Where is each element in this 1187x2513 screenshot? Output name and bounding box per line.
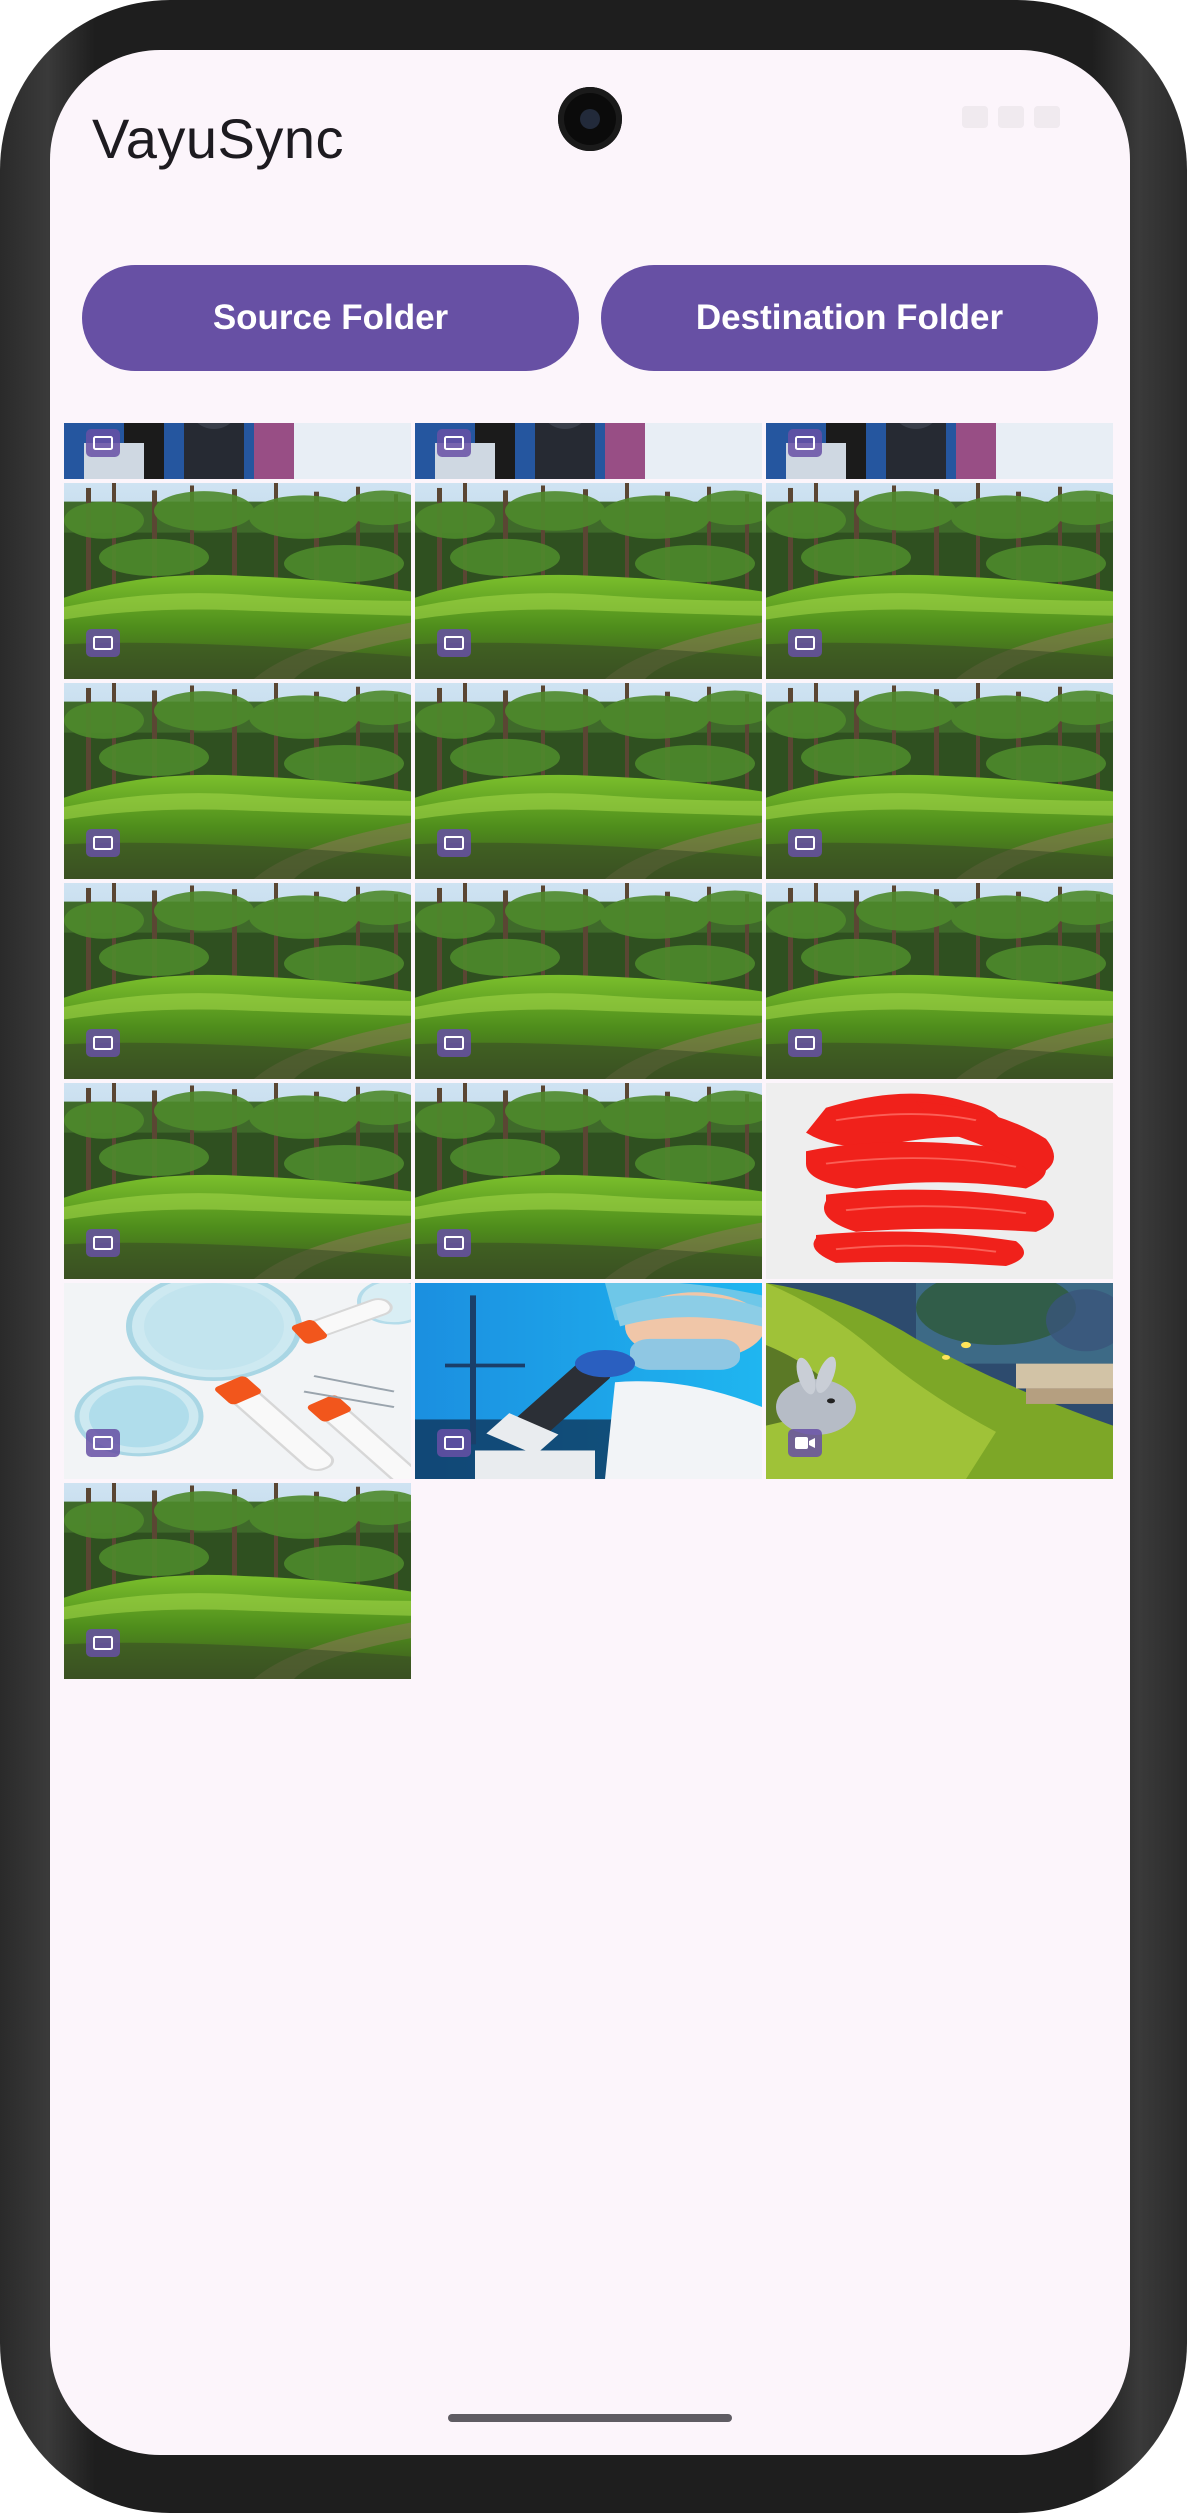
media-thumbnail[interactable] — [766, 423, 1113, 479]
media-thumbnail[interactable] — [64, 423, 411, 479]
image-icon — [788, 429, 822, 457]
image-icon — [437, 629, 471, 657]
media-thumbnail[interactable] — [415, 483, 762, 679]
media-thumbnail[interactable] — [64, 883, 411, 1079]
media-thumbnail[interactable] — [64, 483, 411, 679]
media-thumbnail[interactable] — [766, 483, 1113, 679]
media-thumbnail[interactable] — [64, 1083, 411, 1279]
image-icon — [86, 1029, 120, 1057]
image-icon — [788, 1029, 822, 1057]
phone-frame: VayuSync Source Folder Destination Folde… — [0, 0, 1187, 2513]
media-thumbnail[interactable] — [415, 1283, 762, 1479]
media-thumbnail[interactable] — [415, 423, 762, 479]
wifi-icon — [962, 106, 988, 128]
media-thumbnail[interactable] — [766, 1283, 1113, 1479]
image-icon — [86, 629, 120, 657]
image-icon — [86, 829, 120, 857]
image-icon — [86, 429, 120, 457]
media-thumbnail[interactable] — [766, 883, 1113, 1079]
image-icon — [86, 1229, 120, 1257]
image-icon — [437, 1029, 471, 1057]
source-folder-button[interactable]: Source Folder — [82, 265, 579, 371]
media-thumbnail[interactable] — [64, 1283, 411, 1479]
media-thumbnail[interactable] — [415, 683, 762, 879]
media-thumbnail[interactable] — [415, 883, 762, 1079]
signal-icon — [998, 106, 1024, 128]
media-thumbnail[interactable] — [766, 683, 1113, 879]
media-thumbnail[interactable] — [415, 1083, 762, 1279]
volume-button — [1183, 670, 1187, 830]
image-icon — [86, 1429, 120, 1457]
power-button — [1183, 970, 1187, 1300]
video-icon — [788, 1429, 822, 1457]
image-icon — [437, 429, 471, 457]
image-icon — [788, 629, 822, 657]
battery-icon — [1034, 106, 1060, 128]
media-thumbnail[interactable] — [766, 1083, 1113, 1279]
status-bar-icons — [962, 106, 1060, 128]
image-icon — [788, 829, 822, 857]
image-icon — [437, 1429, 471, 1457]
image-icon — [86, 1629, 120, 1657]
media-thumbnail[interactable] — [64, 683, 411, 879]
red-paint-stroke-image — [766, 1083, 1113, 1279]
image-icon — [437, 1229, 471, 1257]
app-screen: VayuSync Source Folder Destination Folde… — [50, 50, 1130, 2455]
destination-folder-button[interactable]: Destination Folder — [601, 265, 1098, 371]
app-title: VayuSync — [92, 107, 344, 170]
front-camera — [558, 87, 622, 151]
media-thumbnail[interactable] — [64, 1483, 411, 1679]
gesture-home-bar[interactable] — [448, 2414, 732, 2422]
image-icon — [437, 829, 471, 857]
